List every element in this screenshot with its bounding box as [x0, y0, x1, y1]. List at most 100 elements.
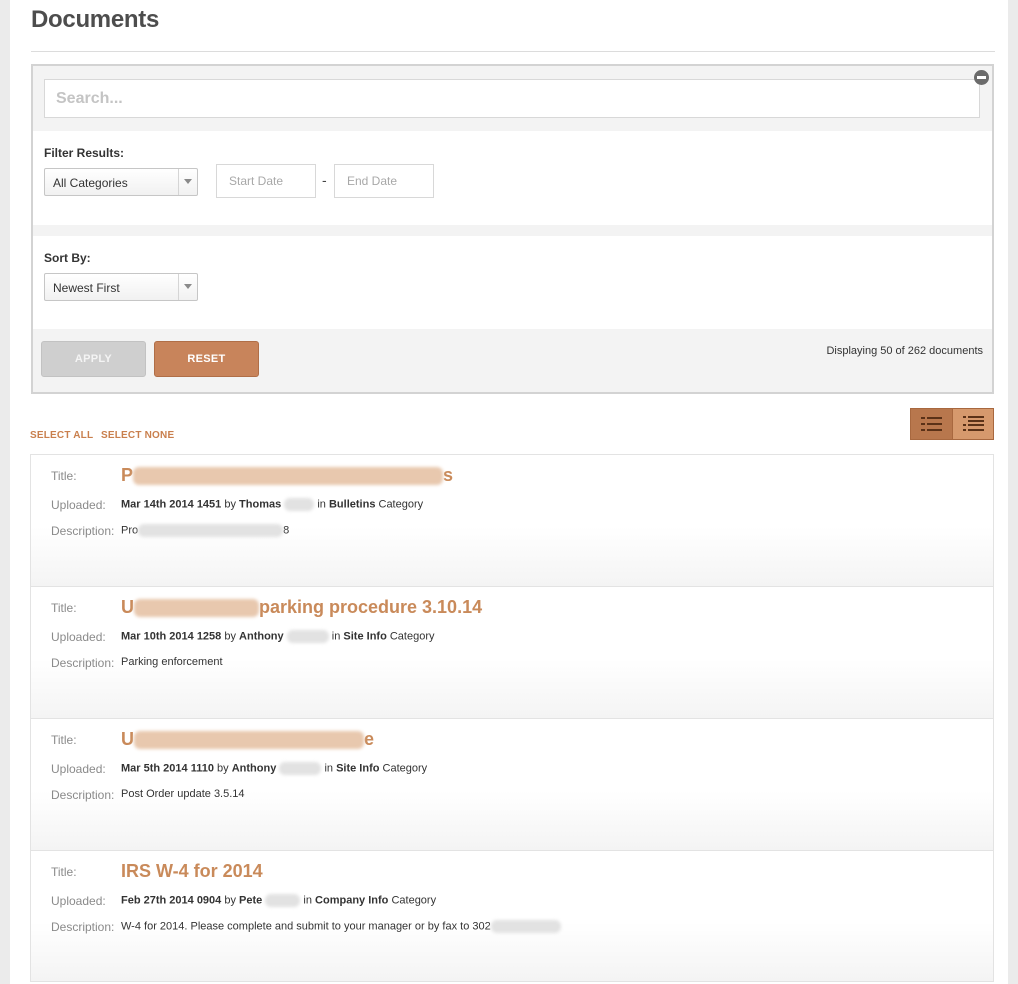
author-name: Anthony	[231, 762, 277, 775]
select-none-link[interactable]: SELECT NONE	[101, 430, 174, 441]
sort-label: Sort By:	[44, 251, 91, 265]
document-title-link[interactable]: Uparking procedure 3.10.14	[121, 597, 482, 618]
document-title-link[interactable]: Ps	[121, 465, 453, 486]
description-end: 8	[283, 524, 290, 537]
detailed-view-button[interactable]	[951, 409, 993, 439]
redacted-text	[133, 467, 444, 486]
document-description: Post Order update 3.5.14	[121, 788, 245, 800]
sort-select[interactable]: Newest First	[44, 273, 198, 301]
title-label: Title:	[51, 733, 77, 747]
category-suffix: Category	[391, 894, 437, 907]
author-name: Pete	[239, 894, 263, 907]
uploaded-label: Uploaded:	[51, 630, 106, 644]
document-card: Title: Uploaded: Description: Ue Mar 5th…	[30, 718, 994, 850]
search-box	[44, 79, 980, 118]
filter-section: Filter Results: All Categories -	[33, 131, 992, 225]
upload-meta: Mar 10th 2014 1258 by Anthony in Site In…	[121, 630, 435, 643]
category-name: Bulletins	[328, 498, 376, 511]
bullet-list-icon	[962, 416, 985, 432]
document-title-link[interactable]: IRS W-4 for 2014	[121, 861, 263, 882]
author-name: Thomas	[239, 498, 282, 511]
upload-meta: Feb 27th 2014 0904 by Pete in Company In…	[121, 894, 436, 907]
category-suffix: Category	[382, 762, 428, 775]
uploaded-label: Uploaded:	[51, 762, 106, 776]
uploaded-label: Uploaded:	[51, 894, 106, 908]
category-select-value: All Categories	[53, 176, 128, 190]
start-date-input[interactable]	[216, 164, 316, 198]
uploaded-label: Uploaded:	[51, 498, 106, 512]
document-title-start: P	[121, 465, 134, 485]
chevron-down-icon	[178, 274, 197, 300]
category-suffix: Category	[389, 630, 435, 643]
results-count: Displaying 50 of 262 documents	[826, 345, 983, 357]
description-start: Parking enforcement	[121, 656, 223, 668]
by-text: by	[217, 762, 229, 775]
description-label: Description:	[51, 920, 115, 934]
document-title-end: e	[364, 729, 375, 749]
document-title-end: parking procedure 3.10.14	[259, 597, 483, 617]
filter-panel: Filter Results: All Categories - Sort By…	[31, 64, 994, 394]
description-start: W-4 for 2014. Please complete and submit…	[121, 920, 491, 933]
document-description: Parking enforcement	[121, 656, 223, 668]
select-all-link[interactable]: SELECT ALL	[30, 430, 93, 441]
end-date-input[interactable]	[334, 164, 434, 198]
in-text: in	[317, 498, 326, 511]
redacted-text	[284, 498, 315, 511]
date-range-dash: -	[322, 172, 327, 188]
document-card: Title: Uploaded: Description: IRS W-4 fo…	[30, 850, 994, 982]
document-title-start: U	[121, 729, 134, 749]
list-icon	[921, 416, 943, 432]
apply-button[interactable]: APPLY	[41, 341, 146, 377]
upload-date: Mar 10th 2014 1258	[121, 630, 222, 643]
document-title-link[interactable]: Ue	[121, 729, 374, 750]
by-text: by	[224, 498, 236, 511]
category-suffix: Category	[378, 498, 424, 511]
document-title-end: s	[443, 465, 454, 485]
category-select[interactable]: All Categories	[44, 168, 198, 196]
category-name: Site Info	[336, 762, 380, 775]
document-description: Pro 8	[121, 524, 289, 537]
redacted-text	[265, 894, 301, 907]
in-text: in	[303, 894, 312, 907]
upload-meta: Mar 5th 2014 1110 by Anthony in Site Inf…	[121, 762, 427, 775]
title-label: Title:	[51, 469, 77, 483]
compact-view-button[interactable]	[911, 409, 952, 439]
description-label: Description:	[51, 788, 115, 802]
document-card: Title: Uploaded: Description: Uparking p…	[30, 586, 994, 718]
documents-page: Documents Filter Results: All Categories…	[10, 0, 1008, 984]
document-card: Title: Uploaded: Description: Ps Mar 14t…	[30, 454, 994, 586]
search-input[interactable]	[45, 80, 979, 117]
filter-label: Filter Results:	[44, 146, 125, 160]
title-label: Title:	[51, 865, 77, 879]
upload-meta: Mar 14th 2014 1451 by Thomas in Bulletin…	[121, 498, 423, 511]
upload-date: Mar 14th 2014 1451	[121, 498, 222, 511]
document-list: Title: Uploaded: Description: Ps Mar 14t…	[30, 454, 994, 982]
redacted-text	[286, 630, 329, 643]
redacted-text	[138, 524, 284, 537]
sort-section: Sort By: Newest First	[33, 236, 992, 329]
author-name: Anthony	[239, 630, 284, 643]
in-text: in	[331, 630, 341, 643]
document-description: W-4 for 2014. Please complete and submit…	[121, 920, 561, 933]
description-label: Description:	[51, 524, 115, 538]
view-toggle	[910, 408, 994, 440]
reset-button[interactable]: RESET	[154, 341, 259, 377]
document-title-start: IRS W-4 for 2014	[121, 861, 263, 881]
redacted-text	[490, 920, 561, 933]
upload-date: Mar 5th 2014 1110	[121, 762, 214, 775]
chevron-down-icon	[178, 169, 197, 195]
description-start: Post Order update 3.5.14	[121, 788, 245, 800]
title-label: Title:	[51, 601, 77, 615]
document-title-start: U	[121, 597, 134, 617]
title-divider	[31, 51, 995, 52]
redacted-text	[134, 599, 259, 618]
category-name: Company Info	[315, 894, 389, 907]
redacted-text	[134, 731, 364, 750]
by-text: by	[224, 630, 236, 643]
page-title: Documents	[31, 6, 159, 33]
in-text: in	[324, 762, 334, 775]
description-start: Pro	[121, 524, 139, 537]
description-label: Description:	[51, 656, 115, 670]
upload-date: Feb 27th 2014 0904	[121, 894, 222, 907]
collapse-panel-icon[interactable]	[974, 70, 989, 85]
